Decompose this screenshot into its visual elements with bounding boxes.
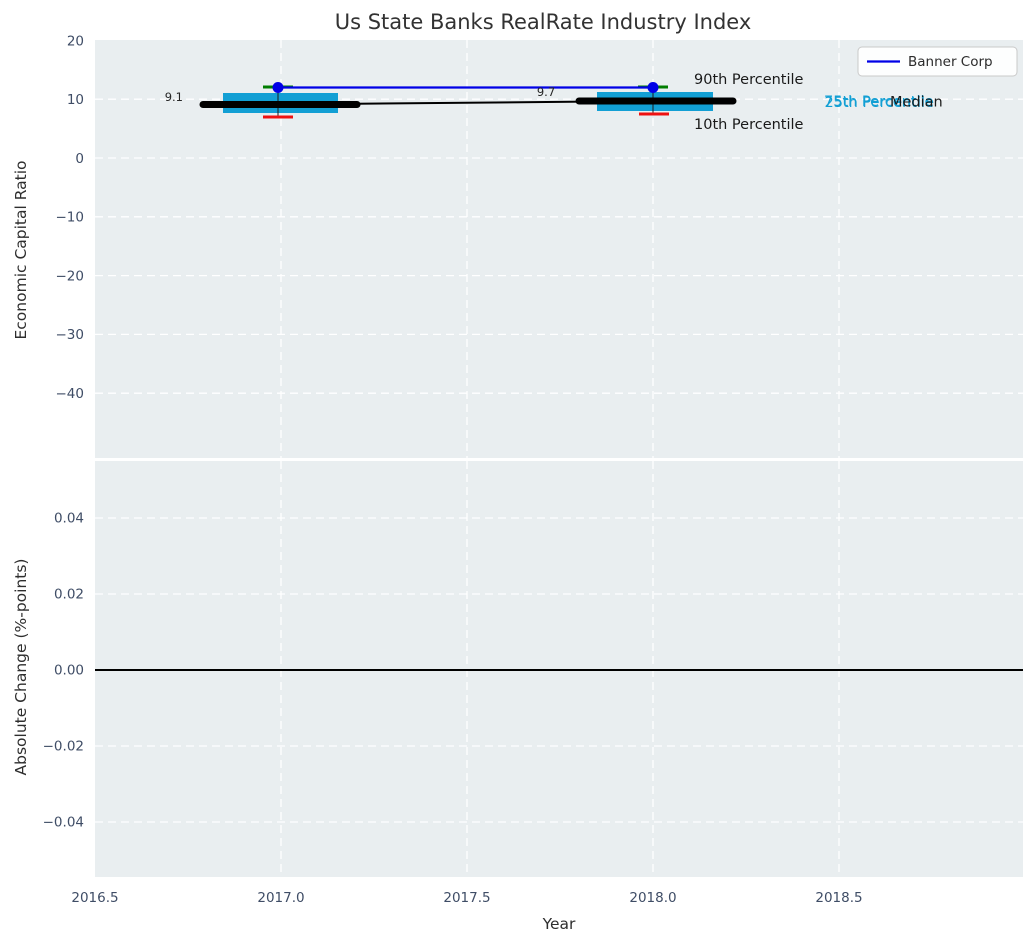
x-tick-label: 2018.5 <box>815 890 862 906</box>
x-tick-labels: 2016.5 2017.0 2017.5 2018.0 2018.5 <box>71 890 862 906</box>
x-axis-label: Year <box>542 915 576 933</box>
y-tick-label: −0.02 <box>43 739 84 755</box>
x-tick-label: 2016.5 <box>71 890 118 906</box>
value-label-2018: 9.7 <box>537 85 555 99</box>
annotation-90th-percentile: 90th Percentile <box>694 72 804 88</box>
top-y-axis-label: Economic Capital Ratio <box>12 160 30 339</box>
x-tick-label: 2017.5 <box>443 890 490 906</box>
annotation-10th-percentile: 10th Percentile <box>694 117 804 133</box>
bottom-y-tick-labels: 0.04 0.02 0.00 −0.02 −0.04 <box>43 511 84 831</box>
plot-title: Us State Banks RealRate Industry Index <box>335 10 752 34</box>
legend: Banner Corp <box>858 47 1017 76</box>
y-tick-label: 0.04 <box>54 511 84 527</box>
bottom-y-axis-label: Absolute Change (%-points) <box>12 559 30 776</box>
y-tick-label: −40 <box>56 386 85 402</box>
y-tick-label: −20 <box>56 268 85 284</box>
y-tick-label: −10 <box>56 210 85 226</box>
y-tick-label: 0.00 <box>54 663 84 679</box>
x-tick-label: 2017.0 <box>257 890 304 906</box>
chart-canvas: 9.1 9.7 90th Percentile 10th Percentile … <box>0 0 1034 942</box>
y-tick-label: −30 <box>56 327 85 343</box>
y-tick-label: 0.02 <box>54 587 84 603</box>
figure: 9.1 9.7 90th Percentile 10th Percentile … <box>0 0 1034 942</box>
y-tick-label: −0.04 <box>43 815 84 831</box>
y-tick-label: 20 <box>67 34 84 50</box>
y-tick-label: 0 <box>75 151 84 167</box>
legend-label: Banner Corp <box>908 54 993 70</box>
top-y-tick-labels: 20 10 0 −10 −20 −30 −40 <box>56 34 85 403</box>
x-tick-label: 2018.0 <box>629 890 676 906</box>
banner-corp-marker-2018 <box>648 82 659 93</box>
value-label-2017: 9.1 <box>165 90 183 104</box>
y-tick-label: 10 <box>67 92 84 108</box>
banner-corp-marker-2017 <box>273 82 284 93</box>
annotation-median: Median <box>890 95 943 111</box>
